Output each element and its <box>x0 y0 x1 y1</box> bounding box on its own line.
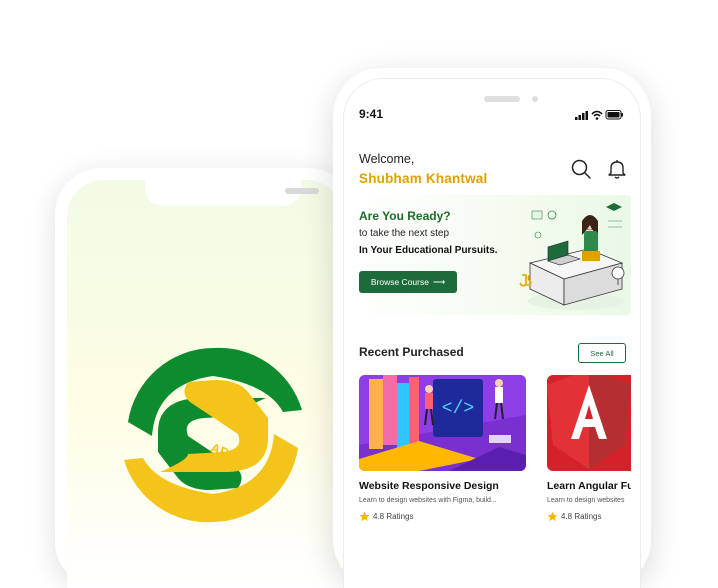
course-thumbnail: </> <box>359 375 526 471</box>
status-bar: 9:41 <box>359 107 625 123</box>
user-name: Shubham Khantwal <box>359 171 488 186</box>
banner-tagline: In Your Educational Pursuits. <box>359 245 498 256</box>
back-phone-notch <box>145 180 339 206</box>
course-card[interactable]: Learn Angular Fu Learn to design website… <box>547 375 631 522</box>
star-icon <box>547 511 558 522</box>
notifications-button[interactable] <box>606 158 628 180</box>
course-title: Website Responsive Design <box>359 480 499 492</box>
browse-course-label: Browse Course <box>370 277 429 287</box>
course-card[interactable]: </> Website Responsive Design Learn to d… <box>359 375 526 522</box>
student-desk-illustration <box>519 203 625 310</box>
welcome-text: Welcome, <box>359 152 415 166</box>
bell-icon <box>608 160 626 179</box>
front-phone-speaker <box>484 96 520 102</box>
course-rating: 4.8 Ratings <box>547 511 631 522</box>
angular-illustration <box>547 375 631 471</box>
back-phone-speaker <box>285 188 319 194</box>
course-thumb-code: </> <box>442 399 474 419</box>
promo-banner: Are You Ready? to take the next step In … <box>353 195 631 315</box>
course-rating: 4.8 Ratings <box>359 511 526 522</box>
star-icon <box>359 511 370 522</box>
status-icons <box>575 110 623 120</box>
app-logo: APP <box>124 347 302 523</box>
responsive-design-illustration: </> <box>359 375 526 471</box>
course-title: Learn Angular Fu <box>547 480 631 492</box>
course-rating-text: 4.8 Ratings <box>373 512 414 521</box>
see-all-button[interactable]: See All <box>578 343 626 363</box>
browse-course-button[interactable]: Browse Course ⟶ <box>359 271 457 293</box>
banner-headline: Are You Ready? <box>359 209 451 223</box>
recent-purchased-title: Recent Purchased <box>359 345 464 359</box>
front-phone-screen: 9:41 Welcome, Shubham Khantwal Are You R… <box>343 78 641 588</box>
course-description: Learn to design websites <box>547 497 625 504</box>
course-description: Learn to design websites with Figma, bui… <box>359 497 497 504</box>
search-icon <box>571 159 591 179</box>
front-phone-camera <box>532 96 538 102</box>
battery-icon <box>605 110 623 120</box>
front-phone-mockup: 9:41 Welcome, Shubham Khantwal Are You R… <box>333 68 651 588</box>
course-rating-text: 4.8 Ratings <box>561 512 602 521</box>
wifi-icon <box>591 110 603 120</box>
signal-icon <box>575 111 588 120</box>
status-time: 9:41 <box>359 107 384 121</box>
course-thumbnail <box>547 375 631 471</box>
banner-subtitle: to take the next step <box>359 228 450 239</box>
search-button[interactable] <box>570 158 592 180</box>
arrow-right-icon: ⟶ <box>432 276 446 287</box>
